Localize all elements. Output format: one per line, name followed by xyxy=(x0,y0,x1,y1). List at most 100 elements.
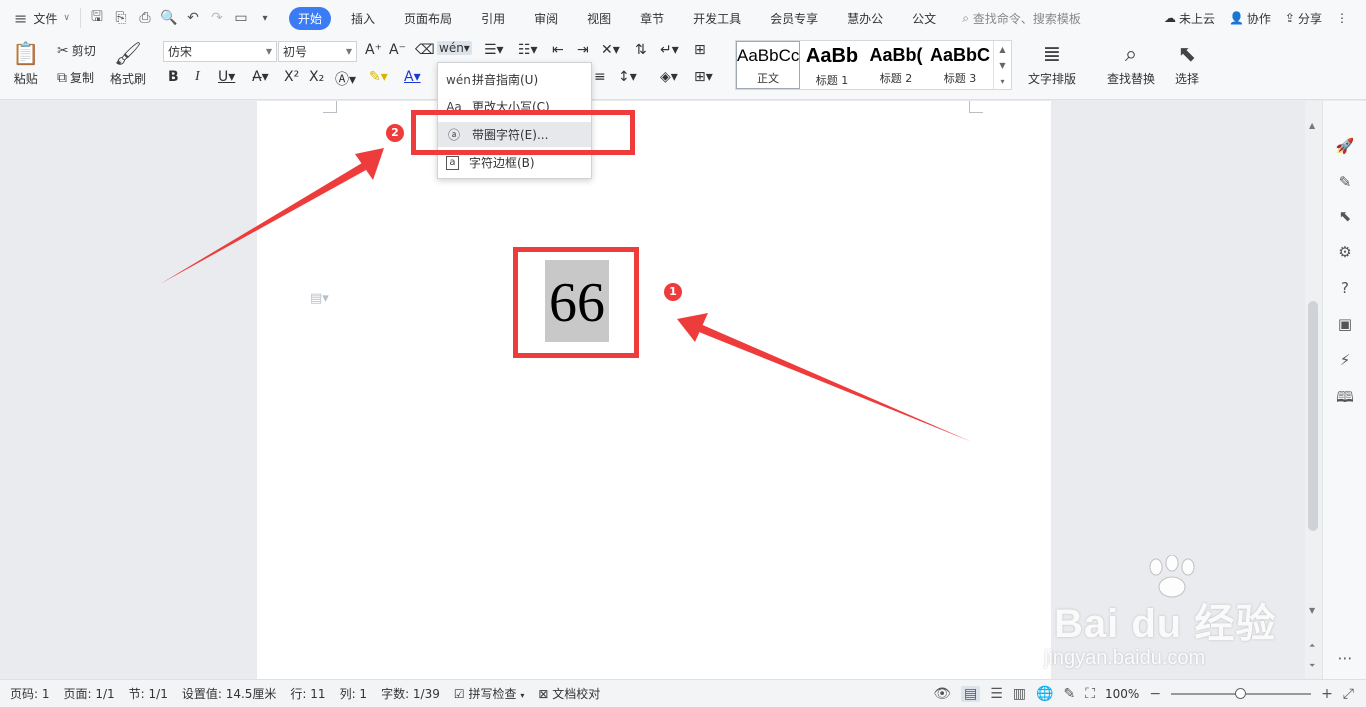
select-button[interactable]: ⬉ 选择 xyxy=(1175,40,1199,87)
zoom-out-icon[interactable]: − xyxy=(1149,686,1161,702)
scroll-up-icon[interactable]: ▲ xyxy=(1309,121,1315,130)
status-row[interactable]: 行: 11 xyxy=(290,685,325,702)
doc-proof-button[interactable]: ⊠ 文档校对 xyxy=(538,685,600,702)
backup-icon[interactable]: ▣ xyxy=(1335,315,1355,333)
tab-view[interactable]: 视图 xyxy=(578,7,620,30)
rocket-icon[interactable]: 🚀 xyxy=(1335,137,1355,155)
tab-ruler-icon[interactable]: ⊞ xyxy=(694,42,706,58)
zoom-level[interactable]: 100% xyxy=(1105,687,1139,701)
fullscreen-icon[interactable]: ⤢ xyxy=(1343,686,1354,702)
fit-page-icon[interactable]: ⛶ xyxy=(1085,686,1095,702)
collab-button[interactable]: 👤 协作 xyxy=(1229,10,1271,27)
web-view-icon[interactable]: 🌐 xyxy=(1036,686,1053,702)
print-preview-icon[interactable]: 🔍 xyxy=(159,10,179,26)
style-normal[interactable]: AaBbCc 正文 xyxy=(736,41,800,89)
shrink-font-icon[interactable]: A⁻ xyxy=(389,42,406,58)
vertical-scrollbar[interactable]: ▲ ▼ ⏶ ⏷ xyxy=(1305,101,1322,679)
scroll-down-icon[interactable]: ▼ xyxy=(1309,606,1315,615)
font-size-select[interactable]: 初号 ▼ xyxy=(278,41,357,62)
zoom-slider-knob[interactable] xyxy=(1235,687,1247,699)
numbered-list-icon[interactable]: ☷▾ xyxy=(518,42,538,58)
font-name-select[interactable]: 仿宋 ▼ xyxy=(163,41,277,62)
justify-icon[interactable]: ≡ xyxy=(594,69,606,85)
show-marks-icon[interactable]: ↵▾ xyxy=(660,42,679,58)
tab-review[interactable]: 审阅 xyxy=(525,7,567,30)
style-heading-2[interactable]: AaBb( 标题 2 xyxy=(864,41,928,89)
tab-chapter[interactable]: 章节 xyxy=(631,7,673,30)
outline-view-icon[interactable]: ☰ xyxy=(990,686,1003,702)
reading-view-icon[interactable]: ▥ xyxy=(1013,686,1026,702)
cut-button[interactable]: ✂ 剪切 xyxy=(57,42,96,59)
share-button[interactable]: ⇪ 分享 xyxy=(1285,10,1322,27)
redo-icon[interactable]: ↷ xyxy=(207,10,227,26)
status-page-number[interactable]: 页码: 1 xyxy=(10,685,50,702)
style-heading-1[interactable]: AaBb 标题 1 xyxy=(800,41,864,89)
clear-format-icon[interactable]: ⌫ xyxy=(415,42,435,58)
bullet-list-icon[interactable]: ☰▾ xyxy=(484,42,504,58)
paste-button[interactable]: 📋 粘贴 xyxy=(12,40,39,87)
more-options-icon[interactable]: ⋮ xyxy=(1336,11,1348,25)
file-menu[interactable]: ≡ 文件 ∨ xyxy=(0,0,80,36)
tab-page-layout[interactable]: 页面布局 xyxy=(395,7,461,30)
decrease-indent-icon[interactable]: ⇤ xyxy=(552,42,564,58)
status-pages[interactable]: 页面: 1/1 xyxy=(64,685,115,702)
font-color-icon[interactable]: A▾ xyxy=(404,69,421,85)
tab-insert[interactable]: 插入 xyxy=(342,7,384,30)
page-up-icon[interactable]: ⏶ xyxy=(1309,641,1315,651)
superscript-icon[interactable]: X² xyxy=(284,69,299,85)
paragraph-layout-icon[interactable]: ▤▾ xyxy=(310,291,329,306)
help-icon[interactable]: ? xyxy=(1335,279,1355,297)
pen-icon[interactable]: ✎ xyxy=(1335,173,1355,191)
grow-font-icon[interactable]: A⁺ xyxy=(365,42,382,58)
cloud-status-button[interactable]: ☁ 未上云 xyxy=(1164,10,1215,27)
pinyin-guide-dropdown-icon[interactable]: wén▾ xyxy=(437,41,472,55)
page-down-icon[interactable]: ⏷ xyxy=(1309,661,1315,671)
lightning-icon[interactable]: ⚡ xyxy=(1335,351,1355,369)
text-layout-button[interactable]: ≣ 文字排版 xyxy=(1028,40,1076,87)
print-icon[interactable]: ⎙ xyxy=(135,10,155,26)
command-search[interactable]: ⌕ 查找命令、搜索模板 xyxy=(962,10,1081,27)
text-effect-icon[interactable]: Ⓐ▾ xyxy=(335,69,356,89)
subscript-icon[interactable]: X₂ xyxy=(309,69,324,85)
tab-developer[interactable]: 开发工具 xyxy=(684,7,750,30)
zoom-in-icon[interactable]: + xyxy=(1321,686,1333,702)
scrollbar-thumb[interactable] xyxy=(1308,301,1318,531)
page-view-icon[interactable]: ▤ xyxy=(961,685,981,702)
settings-sliders-icon[interactable]: ⚙ xyxy=(1335,243,1355,261)
save-icon[interactable]: 🖫 xyxy=(87,6,107,30)
menu-item-pinyin-guide[interactable]: wén 拼音指南(U) xyxy=(438,67,591,92)
tab-member[interactable]: 会员专享 xyxy=(761,7,827,30)
style-heading-3[interactable]: AaBbC 标题 3 xyxy=(928,41,992,89)
format-icon[interactable]: ▭ xyxy=(231,10,251,26)
sort-icon[interactable]: ⇅ xyxy=(635,42,647,58)
shading-icon[interactable]: ◈▾ xyxy=(660,69,678,85)
status-section[interactable]: 节: 1/1 xyxy=(129,685,168,702)
styles-scroll[interactable]: ▲ ▼ ▾ xyxy=(993,41,1011,89)
pointer-icon[interactable]: ⬉ xyxy=(1335,207,1355,225)
tab-official-doc[interactable]: 公文 xyxy=(903,7,945,30)
line-spacing-icon[interactable]: ↕▾ xyxy=(618,69,637,85)
status-column[interactable]: 列: 1 xyxy=(340,685,368,702)
write-view-icon[interactable]: ✎ xyxy=(1063,686,1075,702)
copy-button[interactable]: ⧉ 复制 xyxy=(57,69,94,86)
status-setting-value[interactable]: 设置值: 14.5厘米 xyxy=(182,685,277,702)
undo-icon[interactable]: ↶ xyxy=(183,10,203,26)
more-icon[interactable]: ⋯ xyxy=(1335,649,1355,667)
format-painter-button[interactable]: 🖌 格式刷 xyxy=(110,40,146,87)
document-page[interactable] xyxy=(257,101,1051,679)
customize-toolbar-icon[interactable]: ▾ xyxy=(255,13,275,24)
highlight-icon[interactable]: ✎▾ xyxy=(369,69,388,85)
border-icon[interactable]: ⊞▾ xyxy=(694,69,713,85)
expand-icon[interactable]: ▾ xyxy=(1000,77,1004,86)
tab-references[interactable]: 引用 xyxy=(472,7,514,30)
eye-protection-icon[interactable]: 👁 xyxy=(933,686,951,702)
spell-check-button[interactable]: ☑ 拼写检查 ▾ xyxy=(454,685,524,702)
export-pdf-icon[interactable]: ⎘ xyxy=(111,10,131,26)
tab-home[interactable]: 开始 xyxy=(289,6,332,30)
underline-icon[interactable]: U▾ xyxy=(218,69,235,85)
chevron-up-icon[interactable]: ▲ xyxy=(999,45,1005,54)
strikethrough-icon[interactable]: A̶▾ xyxy=(252,69,269,85)
chinese-layout-icon[interactable]: ✕▾ xyxy=(601,42,620,58)
find-replace-button[interactable]: ⌕ 查找替换 xyxy=(1107,40,1155,87)
chevron-down-icon[interactable]: ▼ xyxy=(999,61,1005,70)
